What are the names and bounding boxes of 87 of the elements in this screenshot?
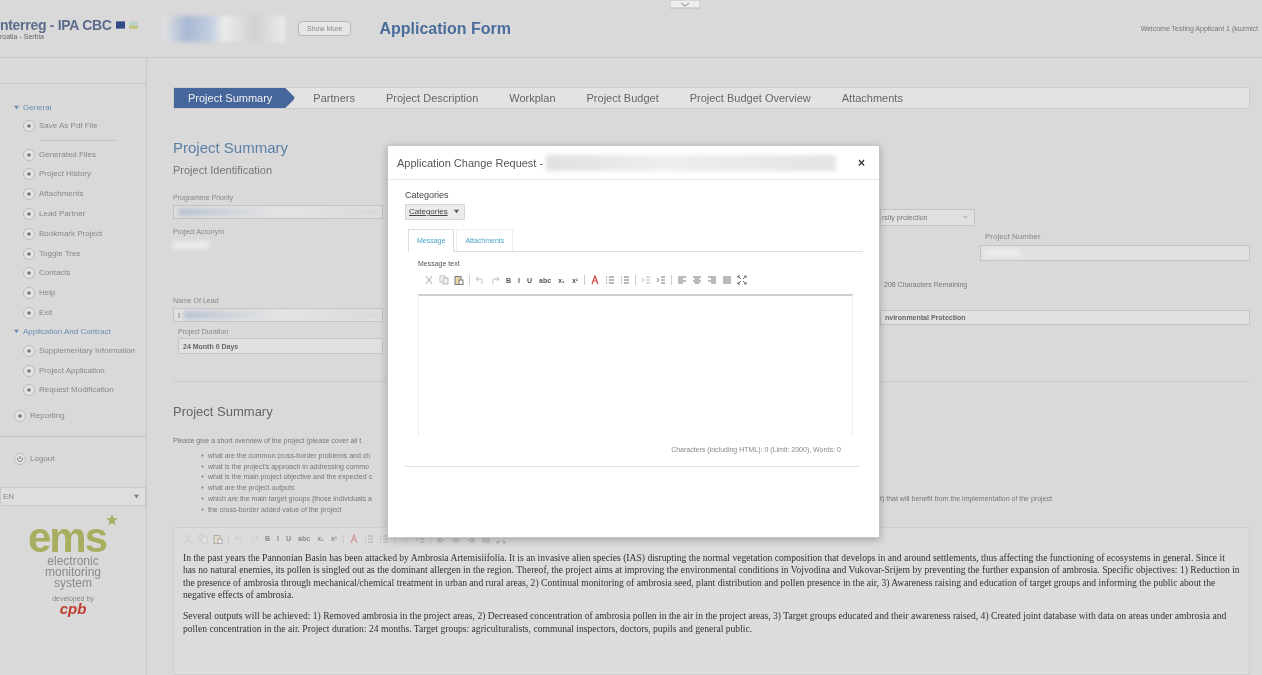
circle-icon: [23, 148, 35, 161]
circle-icon: [23, 307, 35, 320]
sidebar-item[interactable]: Bookmark Project: [39, 228, 103, 239]
language-select[interactable]: EN: [0, 486, 146, 506]
map-icon: [128, 21, 138, 29]
paste-icon[interactable]: [213, 533, 223, 544]
sidebar-item[interactable]: Toggle Tree: [39, 248, 81, 259]
outdent-icon[interactable]: [641, 275, 652, 285]
bulleted-list-icon[interactable]: [620, 275, 631, 285]
justify-icon[interactable]: [722, 275, 733, 285]
dialog-title: Application Change Request -: [397, 156, 544, 169]
summary-paragraph: In the past years the Pannonian Basin has been attacked by Ambrosia Artemisiifolia. It is an invasive alien species (IAS) disrupting the normal vegetation composition that develops in and around settlements, thus affecting the functioning of ecosystems in general. Since it has no natural enemies, its pollen is singled out as the dominant allergen in the region. Thereof, the project aims at improving the environmental conditions in Vojvodina and Vukovar-Srijem by preventing the further expansion of ambrosia. Specific objectives: 1) Reduction in the presence of ambrosia through mechanical/chemical treatment in urban and rural areas, 2) Continual monitoring of ambrosia seed, plant distribution and pollen presence in the air, 3) Awareness raising and education of target groups and informing the public about the negative effects of ambrosia.: [183, 551, 1240, 602]
brand-logo: ems: [27, 519, 107, 556]
scissors-icon[interactable]: [424, 275, 434, 285]
field-label: Project Number: [985, 232, 1042, 241]
circle-icon: [23, 188, 35, 201]
paste-icon[interactable]: [454, 275, 464, 285]
step-tab[interactable]: Project Summary: [174, 88, 296, 108]
summary-paragraph: Several outputs will be achieved: 1) Removed ambrosia in the project areas, 2) Decreased concentration of ambrosia pollen in the air in the project areas, 3) Target groups educated and their awareness raised, 4) Created joint database with data on areas under ambrosia and pollen concentration in the air. Project duration: 24 months. Target groups: agriculturalists, communal inspectors, doctors, pupils and general public.: [183, 610, 1228, 636]
project-number-field[interactable]: [980, 245, 1250, 261]
step-tab[interactable]: Project Description: [367, 88, 492, 108]
sidebar-section[interactable]: General: [23, 102, 52, 112]
caret-down-icon[interactable]: [134, 493, 139, 499]
align-left-icon[interactable]: [677, 275, 688, 285]
align-center-icon[interactable]: [692, 275, 703, 285]
field-label: Categories: [405, 190, 449, 200]
sidebar-item[interactable]: Generated Files: [39, 149, 96, 160]
circle-icon: [23, 384, 35, 397]
circle-icon: [23, 344, 35, 357]
caret-down-icon[interactable]: [453, 209, 459, 214]
remove-format-icon[interactable]: [590, 275, 601, 285]
numbered-list-icon[interactable]: [605, 275, 616, 285]
redo-icon[interactable]: [490, 275, 500, 285]
section-subheading: Project Identification: [173, 164, 274, 176]
sidebar-item[interactable]: Contacts: [39, 268, 71, 279]
sidebar-item[interactable]: Attachments: [39, 189, 84, 200]
align-right-icon[interactable]: [707, 275, 718, 285]
logo-title: nterreg - IPA CBC: [0, 17, 112, 33]
page-title: Application Form: [379, 19, 511, 38]
circle-icon: [23, 267, 35, 280]
copy-icon[interactable]: [439, 275, 449, 285]
bulleted-list-icon[interactable]: [379, 533, 390, 544]
sidebar-item[interactable]: Help: [39, 288, 56, 299]
bullet-icon: [201, 475, 204, 479]
circle-icon: [23, 287, 35, 300]
sidebar-item[interactable]: Project Application: [39, 365, 105, 376]
circle-icon: [23, 208, 35, 221]
circle-icon: [23, 227, 35, 240]
bullet-icon: [201, 464, 204, 468]
sidebar-item[interactable]: Save As Pdf File: [39, 120, 98, 131]
bullet-icon: [201, 507, 204, 511]
power-icon: [14, 453, 26, 466]
sidebar-item[interactable]: Exit: [39, 308, 53, 319]
flag-icon: [115, 21, 125, 29]
sidebar-item[interactable]: Supplementary Information: [39, 345, 136, 356]
step-tab[interactable]: Attachments: [823, 88, 916, 108]
circle-icon: [23, 168, 35, 181]
bullet-icon: [201, 453, 204, 457]
brand-tagline: electronic monitoring system: [44, 555, 102, 589]
circle-icon: [23, 119, 35, 132]
section-heading: Project Summary: [173, 139, 290, 156]
maximize-icon[interactable]: [737, 275, 748, 285]
close-button[interactable]: ×: [858, 155, 865, 170]
circle-icon: [23, 247, 35, 260]
sidebar-item[interactable]: Request Modification: [39, 385, 114, 396]
step-tab[interactable]: Project Budget Overview: [671, 88, 824, 108]
message-editor[interactable]: [418, 294, 853, 436]
step-tab[interactable]: Partners: [295, 88, 368, 108]
logout-link[interactable]: Logout: [30, 454, 55, 465]
sidebar-section[interactable]: Application And Contract: [23, 327, 111, 337]
step-tab[interactable]: Workplan: [491, 88, 569, 108]
chevron-down-icon[interactable]: [670, 0, 700, 10]
indent-icon[interactable]: [656, 275, 667, 285]
categories-dropdown[interactable]: Categories: [405, 204, 465, 220]
circle-icon: [14, 410, 26, 423]
sidebar-item[interactable]: Lead Partner: [39, 209, 86, 220]
undo-icon[interactable]: [475, 275, 485, 285]
star-icon: [106, 513, 119, 526]
sidebar-item[interactable]: Project History: [39, 169, 91, 180]
programme-priority-field[interactable]: [173, 205, 383, 219]
section-heading: Project Summary: [173, 404, 274, 419]
circle-icon: [23, 364, 35, 377]
bullet-icon: [201, 486, 204, 490]
numbered-list-icon[interactable]: [364, 533, 375, 544]
sidebar-item[interactable]: Reporting: [30, 411, 65, 422]
bullet-icon: [201, 497, 204, 501]
step-tab[interactable]: Project Budget: [568, 88, 672, 108]
